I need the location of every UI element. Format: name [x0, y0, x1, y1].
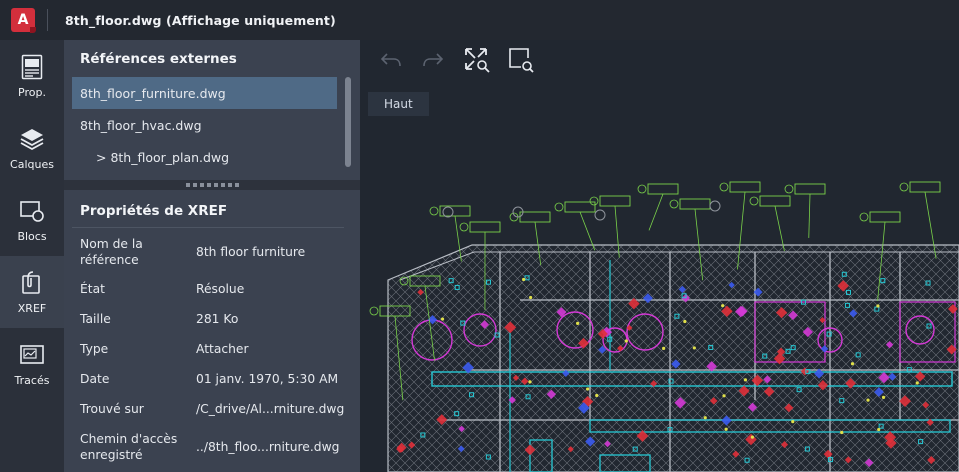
- property-key: Type: [80, 342, 109, 356]
- app-logo: A: [11, 8, 36, 33]
- rail-item-blocks[interactable]: Blocs: [0, 184, 64, 256]
- xref-list-item[interactable]: 8th_floor_hvac.dwg: [72, 109, 337, 141]
- property-value: /C_drive/Al...rniture.dwg: [196, 402, 345, 416]
- property-key: Date: [80, 372, 110, 386]
- property-value: 281 Ko: [196, 312, 239, 326]
- property-value: 01 janv. 1970, 5:30 AM: [196, 372, 339, 386]
- xref-icon: [19, 270, 45, 296]
- rail-item-properties[interactable]: Prop.: [0, 40, 64, 112]
- xref-properties-section: Propriétés de XREF Nom de la référence 8…: [64, 190, 360, 472]
- zoom-window-button[interactable]: [503, 44, 539, 80]
- rail-label: Prop.: [18, 86, 46, 99]
- xref-panel: Références externes 8th_floor_furniture.…: [64, 40, 360, 472]
- property-row: Chemin d'accès enregistré ../8th_floo...…: [80, 431, 350, 463]
- layers-icon: [19, 126, 45, 152]
- rail-label: Calques: [10, 158, 54, 171]
- redo-icon: [422, 51, 444, 73]
- property-key: Trouvé sur: [80, 402, 144, 416]
- document-title: 8th_floor.dwg (Affichage uniquement): [65, 12, 336, 28]
- grip-icon: [185, 183, 239, 187]
- property-row: Taille 281 Ko: [80, 311, 350, 327]
- property-key: État: [80, 282, 105, 296]
- rail-label: XREF: [17, 302, 47, 315]
- drawing-viewer[interactable]: Haut: [360, 40, 959, 472]
- properties-title: Propriétés de XREF: [80, 203, 228, 219]
- zoom-window-icon: [507, 46, 535, 78]
- property-value: Attacher: [196, 342, 249, 356]
- xref-list-scrollbar[interactable]: [345, 77, 351, 167]
- app-logo-letter: A: [17, 12, 29, 28]
- property-row: Type Attacher: [80, 341, 350, 357]
- rail-item-xref[interactable]: XREF: [0, 256, 64, 328]
- xref-panel-title: Références externes: [80, 51, 237, 67]
- property-row: Nom de la référence 8th floor furniture: [80, 236, 350, 268]
- properties-divider: [72, 227, 344, 228]
- xref-list: 8th_floor_furniture.dwg 8th_floor_hvac.d…: [72, 77, 337, 173]
- title-separator: [47, 9, 48, 31]
- property-value: 8th floor furniture: [196, 245, 306, 259]
- property-value: ../8th_floo...rniture.dwg: [196, 440, 340, 454]
- blocks-icon: [19, 198, 45, 224]
- undo-icon: [380, 51, 402, 73]
- layouts-icon: [19, 342, 45, 368]
- left-rail: Prop. Calques Blocs XREF Tracés: [0, 40, 64, 472]
- view-cube-label[interactable]: Haut: [368, 92, 429, 116]
- xref-item-name: 8th_floor_furniture.dwg: [80, 85, 226, 101]
- property-value: Résolue: [196, 282, 245, 296]
- xref-list-section: Références externes 8th_floor_furniture.…: [64, 40, 360, 180]
- rail-label: Tracés: [14, 374, 50, 387]
- property-row: Trouvé sur /C_drive/Al...rniture.dwg: [80, 401, 350, 417]
- xref-list-item[interactable]: > 8th_floor_plan.dwg: [72, 141, 337, 173]
- zoom-extents-button[interactable]: [459, 44, 495, 80]
- zoom-extents-icon: [463, 46, 491, 78]
- rail-item-layouts[interactable]: Tracés: [0, 328, 64, 400]
- floor-plan-drawing[interactable]: [360, 40, 959, 472]
- property-key: Nom de la référence: [80, 237, 143, 267]
- property-row: Date 01 janv. 1970, 5:30 AM: [80, 371, 350, 387]
- properties-icon: [19, 54, 45, 80]
- title-bar: A 8th_floor.dwg (Affichage uniquement): [0, 0, 959, 40]
- rail-label: Blocs: [17, 230, 47, 243]
- xref-item-name: > 8th_floor_plan.dwg: [96, 149, 230, 165]
- property-key: Taille: [80, 312, 111, 326]
- property-key: Chemin d'accès enregistré: [80, 432, 178, 462]
- panel-resize-handle[interactable]: [64, 180, 360, 190]
- xref-item-name: 8th_floor_hvac.dwg: [80, 117, 202, 133]
- property-row: État Résolue: [80, 281, 350, 297]
- xref-list-item[interactable]: 8th_floor_furniture.dwg: [72, 77, 337, 109]
- rail-item-layers[interactable]: Calques: [0, 112, 64, 184]
- redo-button[interactable]: [415, 44, 451, 80]
- undo-button[interactable]: [373, 44, 409, 80]
